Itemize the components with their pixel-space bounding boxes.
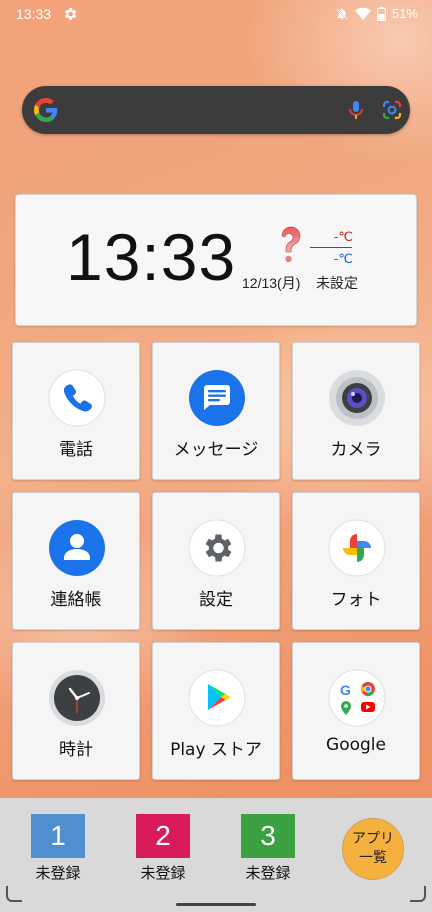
favorites-dock: 1 未登録 2 未登録 3 未登録 アプリ 一覧 [0,798,432,912]
app-label: フォト [330,590,382,610]
battery-icon [377,6,386,21]
app-tile-google-folder[interactable]: G Google [292,642,420,780]
weather-unknown-icon [281,226,301,263]
mic-icon[interactable] [344,98,368,122]
clock-icon [49,670,105,726]
app-label: 連絡帳 [50,590,102,610]
app-label: カメラ [330,440,382,460]
wifi-icon [354,7,371,20]
app-tile-phone[interactable]: 電話 [12,342,140,480]
google-g-icon [34,98,58,122]
contacts-icon [49,520,105,576]
favorite-number: 3 [241,814,295,858]
battery-percent: 51% [391,6,418,21]
temp-divider [310,247,352,248]
widget-date: 12/13(月) [242,275,301,291]
play-store-icon [188,669,246,727]
camera-icon [329,370,385,426]
screen-corner-left [6,886,22,902]
app-tile-messages[interactable]: メッセージ [152,342,280,480]
app-tile-clock[interactable]: 時計 [12,642,140,780]
settings-gear-icon [64,8,77,20]
favorite-label: 未登録 [140,864,186,882]
app-label: Google [326,735,386,755]
mute-icon [336,7,348,20]
clock-weather-widget[interactable]: 13:33 -℃ -℃ 12/13(月) 未設定 [15,194,417,326]
temp-high: -℃ [334,229,353,244]
lens-icon[interactable] [380,98,404,122]
google-folder-icon: G [328,669,386,727]
favorite-label: 未登録 [245,864,291,882]
weather-location: 未設定 [316,276,358,292]
app-list-label-line1: アプリ [352,831,394,847]
temp-low: -℃ [334,251,353,266]
favorite-label: 未登録 [35,864,81,882]
svg-text:G: G [340,682,351,698]
app-tile-camera[interactable]: カメラ [292,342,420,480]
favorite-slot-2[interactable]: 2 未登録 [136,814,192,883]
app-label: 設定 [199,590,233,610]
app-tile-contacts[interactable]: 連絡帳 [12,492,140,630]
app-tile-settings[interactable]: 設定 [152,492,280,630]
settings-icon [188,519,246,577]
google-search-bar[interactable] [22,86,410,134]
app-label: 時計 [59,740,93,760]
app-label: 電話 [59,440,93,460]
widget-time: 13:33 [66,220,237,294]
app-label: メッセージ [173,440,259,460]
screen-corner-right [410,886,426,902]
photos-icon [328,519,386,577]
favorite-slot-1[interactable]: 1 未登録 [31,814,87,883]
messages-icon [189,370,245,426]
app-list-label-line2: 一覧 [359,850,387,866]
favorite-number: 1 [31,814,85,858]
app-tile-photos[interactable]: フォト [292,492,420,630]
favorite-number: 2 [136,814,190,858]
phone-icon [48,369,106,427]
app-label: Play ストア [170,740,262,760]
gesture-nav-handle[interactable] [176,903,256,906]
status-time: 13:33 [16,6,52,22]
favorite-slot-3[interactable]: 3 未登録 [241,814,297,883]
status-bar: 13:33 51% [0,0,432,30]
app-tile-play-store[interactable]: Play ストア [152,642,280,780]
app-list-button[interactable]: アプリ 一覧 [342,818,404,880]
